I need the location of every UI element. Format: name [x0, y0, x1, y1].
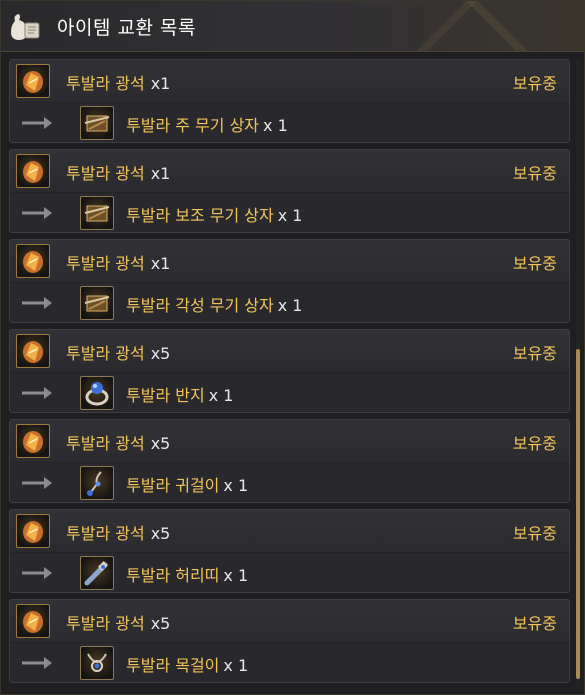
reward-quantity: x 1 — [223, 566, 249, 585]
reward-label: 투발라 귀걸이 x 1 — [126, 472, 248, 496]
reward-quantity: x 1 — [208, 386, 234, 405]
reward-label: 투발라 각성 무기 상자 x 1 — [126, 292, 302, 316]
status-owned: 보유중 — [512, 164, 557, 183]
reward-label: 투발라 허리띠 x 1 — [126, 562, 248, 586]
exchange-entry[interactable]: 투발라 광석 x5 보유중 투발라 반지 x 1 — [9, 329, 570, 413]
exchange-entry[interactable]: 투발라 광석 x1 보유중 투발라 보조 무기 상자 x 1 — [9, 149, 570, 233]
status-owned: 보유중 — [512, 254, 557, 273]
reward-row[interactable]: 투발라 허리띠 x 1 — [10, 552, 569, 592]
reward-label: 투발라 반지 x 1 — [126, 382, 233, 406]
ore-icon[interactable] — [16, 514, 50, 548]
exchange-entry[interactable]: 투발라 광석 x1 보유중 투발라 주 무기 상자 x 1 — [9, 59, 570, 143]
weapon-box-icon[interactable] — [80, 106, 114, 140]
arrow-right-icon — [22, 657, 52, 669]
material-quantity: x1 — [150, 74, 171, 93]
reward-quantity: x 1 — [223, 476, 249, 495]
exchange-list: 투발라 광석 x1 보유중 투발라 주 무기 상자 x 1 투발라 광석 x1 보유중 — [9, 59, 570, 689]
ore-icon[interactable] — [16, 154, 50, 188]
reward-label: 투발라 보조 무기 상자 x 1 — [126, 202, 302, 226]
arrow-right-icon — [22, 387, 52, 399]
status-owned: 보유중 — [512, 614, 557, 633]
reward-quantity: x 1 — [263, 116, 288, 135]
status-owned: 보유중 — [512, 74, 557, 93]
reward-quantity: x 1 — [223, 656, 249, 675]
material-row[interactable]: 투발라 광석 x5 보유중 — [10, 600, 569, 642]
material-quantity: x1 — [150, 254, 171, 273]
reward-name: 투발라 허리띠 — [126, 566, 220, 585]
arrow-right-icon — [22, 117, 52, 129]
reward-row[interactable]: 투발라 반지 x 1 — [10, 372, 569, 412]
material-quantity: x1 — [150, 164, 171, 183]
reward-name: 투발라 보조 무기 상자 — [126, 206, 274, 225]
arrow-right-icon — [22, 207, 52, 219]
ore-icon[interactable] — [16, 424, 50, 458]
status-owned: 보유중 — [512, 434, 557, 453]
material-row[interactable]: 투발라 광석 x1 보유중 — [10, 150, 569, 192]
material-label: 투발라 광석 x1 — [66, 250, 170, 274]
header-decoration — [354, 1, 584, 51]
reward-row[interactable]: 투발라 각성 무기 상자 x 1 — [10, 282, 569, 322]
material-quantity: x5 — [150, 614, 171, 633]
material-row[interactable]: 투발라 광석 x1 보유중 — [10, 240, 569, 282]
ore-icon[interactable] — [16, 604, 50, 638]
material-label: 투발라 광석 x5 — [66, 610, 170, 634]
exchange-entry[interactable]: 투발라 광석 x5 보유중 투발라 목걸이 x 1 — [9, 599, 570, 683]
reward-label: 투발라 주 무기 상자 x 1 — [126, 112, 288, 136]
ore-icon[interactable] — [16, 64, 50, 98]
material-row[interactable]: 투발라 광석 x5 보유중 — [10, 330, 569, 372]
reward-name: 투발라 주 무기 상자 — [126, 116, 260, 135]
material-quantity: x5 — [150, 524, 171, 543]
reward-name: 투발라 각성 무기 상자 — [126, 296, 274, 315]
reward-name: 투발라 반지 — [126, 386, 205, 405]
reward-row[interactable]: 투발라 목걸이 x 1 — [10, 642, 569, 682]
material-name: 투발라 광석 — [66, 524, 145, 543]
arrow-right-icon — [22, 567, 52, 579]
reward-row[interactable]: 투발라 주 무기 상자 x 1 — [10, 102, 569, 142]
reward-name: 투발라 목걸이 — [126, 656, 220, 675]
material-label: 투발라 광석 x5 — [66, 520, 170, 544]
material-label: 투발라 광석 x1 — [66, 70, 170, 94]
material-quantity: x5 — [150, 344, 171, 363]
earring-icon[interactable] — [80, 466, 114, 500]
weapon-box-icon[interactable] — [80, 286, 114, 320]
status-owned: 보유중 — [512, 524, 557, 543]
material-row[interactable]: 투발라 광석 x5 보유중 — [10, 420, 569, 462]
window-header: 아이템 교환 목록 — [1, 1, 584, 52]
necklace-icon[interactable] — [80, 646, 114, 680]
material-label: 투발라 광석 x5 — [66, 340, 170, 364]
material-name: 투발라 광석 — [66, 614, 145, 633]
exchange-entry[interactable]: 투발라 광석 x5 보유중 투발라 귀걸이 x 1 — [9, 419, 570, 503]
arrow-right-icon — [22, 477, 52, 489]
material-name: 투발라 광석 — [66, 74, 145, 93]
window-title: 아이템 교환 목록 — [57, 17, 196, 39]
reward-row[interactable]: 투발라 보조 무기 상자 x 1 — [10, 192, 569, 232]
material-row[interactable]: 투발라 광석 x1 보유중 — [10, 60, 569, 102]
ring-icon[interactable] — [80, 376, 114, 410]
ore-icon[interactable] — [16, 334, 50, 368]
belt-icon[interactable] — [80, 556, 114, 590]
material-name: 투발라 광석 — [66, 344, 145, 363]
exchange-entry[interactable]: 투발라 광석 x1 보유중 투발라 각성 무기 상자 x 1 — [9, 239, 570, 323]
material-quantity: x5 — [150, 434, 171, 453]
scrollbar-thumb[interactable] — [576, 349, 580, 679]
material-name: 투발라 광석 — [66, 434, 145, 453]
reward-label: 투발라 목걸이 x 1 — [126, 652, 248, 676]
item-exchange-window: 아이템 교환 목록 투발라 광석x1 보유중 투발라 주 무기 상자x 1 — [0, 0, 585, 695]
weapon-box-icon[interactable] — [80, 196, 114, 230]
reward-name: 투발라 귀걸이 — [126, 476, 220, 495]
material-name: 투발라 광석 — [66, 164, 145, 183]
status-owned: 보유중 — [512, 344, 557, 363]
arrow-right-icon — [22, 297, 52, 309]
ore-icon[interactable] — [16, 244, 50, 278]
material-row[interactable]: 투발라 광석 x5 보유중 — [10, 510, 569, 552]
material-name: 투발라 광석 — [66, 254, 145, 273]
reward-row[interactable]: 투발라 귀걸이 x 1 — [10, 462, 569, 502]
pouch-scroll-icon — [11, 14, 40, 40]
exchange-entry[interactable]: 투발라 광석 x5 보유중 투발라 허리띠 x 1 — [9, 509, 570, 593]
material-label: 투발라 광석 x1 — [66, 160, 170, 184]
reward-quantity: x 1 — [277, 206, 303, 225]
scrollbar[interactable] — [576, 59, 580, 689]
material-label: 투발라 광석 x5 — [66, 430, 170, 454]
reward-quantity: x 1 — [277, 296, 303, 315]
